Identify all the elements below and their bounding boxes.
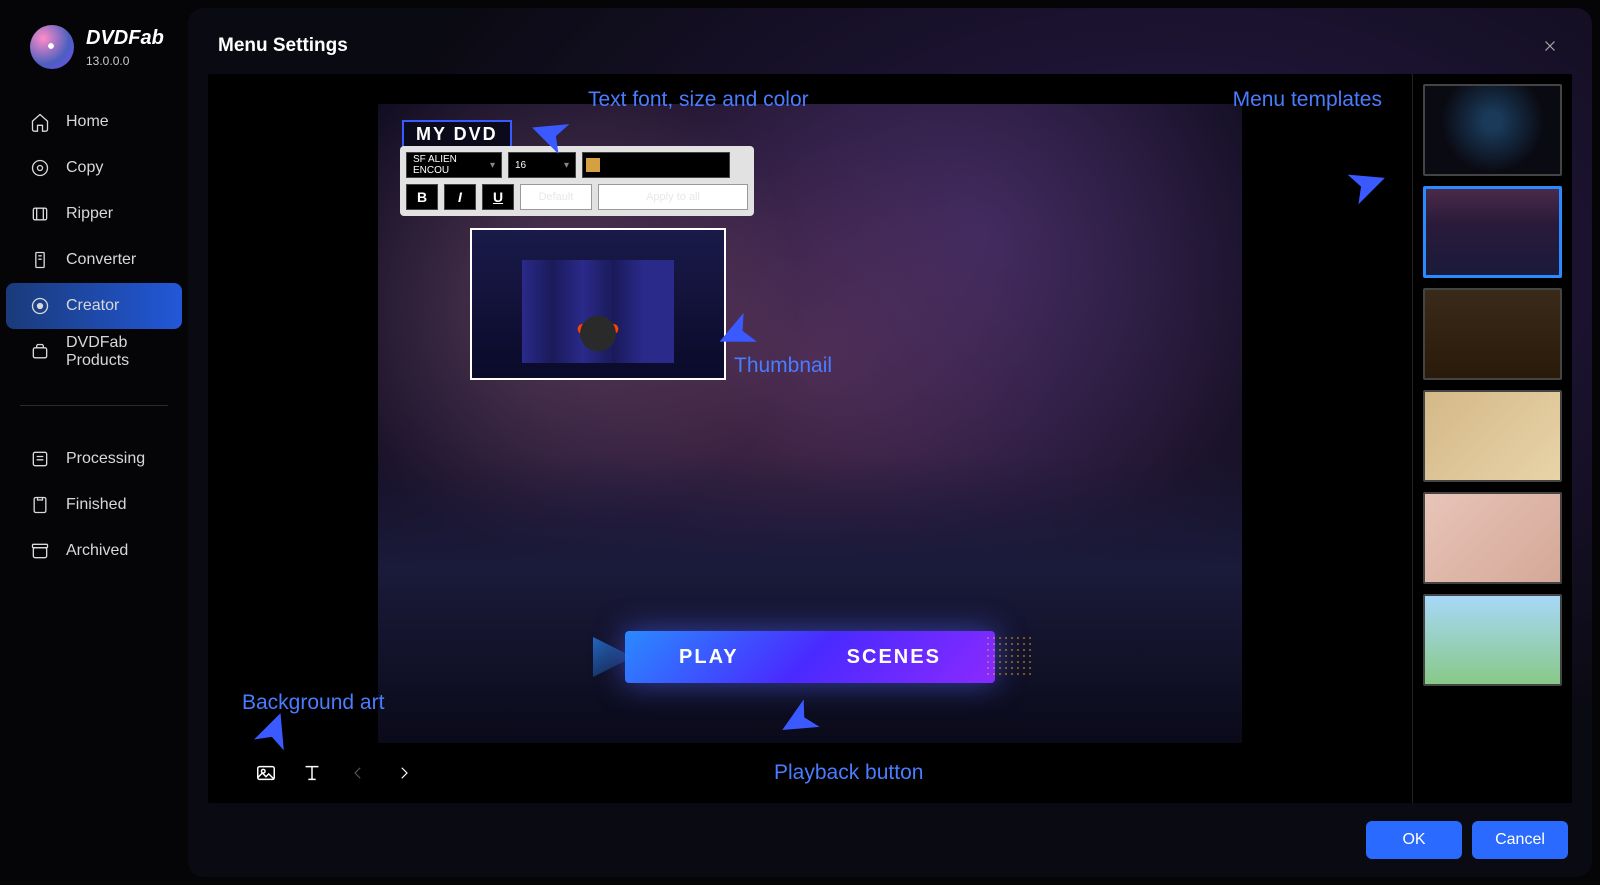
nav-label: Creator [66, 297, 119, 315]
video-thumbnail[interactable] [470, 228, 726, 380]
font-select[interactable]: SF ALIEN ENCOU [406, 152, 502, 178]
color-select[interactable] [582, 152, 730, 178]
nav-item-products[interactable]: DVDFab Products [0, 329, 188, 375]
thumbnail-image [472, 230, 724, 378]
nav-item-converter[interactable]: Converter [0, 237, 188, 283]
dialog-header: Menu Settings [208, 28, 1572, 74]
scenes-label[interactable]: SCENES [847, 646, 941, 669]
nav-item-processing[interactable]: Processing [0, 436, 188, 482]
close-icon [1541, 37, 1559, 55]
image-icon [255, 762, 277, 784]
copy-icon [30, 158, 50, 178]
next-page-button[interactable] [392, 761, 416, 785]
template-list [1412, 74, 1572, 803]
home-icon [30, 112, 50, 132]
italic-button[interactable]: I [444, 184, 476, 210]
nav-label: Ripper [66, 205, 113, 223]
nav-primary: Home Copy Ripper Converter Creator DVDFa… [0, 89, 188, 385]
nav-item-home[interactable]: Home [0, 99, 188, 145]
nav-item-archived[interactable]: Archived [0, 528, 188, 574]
color-swatch [586, 158, 600, 172]
arrow-icon: ➤ [239, 700, 308, 759]
nav-secondary: Processing Finished Archived [0, 426, 188, 584]
cancel-button[interactable]: Cancel [1472, 821, 1568, 859]
dialog-title: Menu Settings [218, 35, 348, 57]
default-button[interactable]: Default [520, 184, 592, 210]
arrow-icon: ➤ [1337, 149, 1396, 218]
nav-label: Copy [66, 159, 103, 177]
dialog-body: Text font, size and color ➤ Menu templat… [208, 74, 1572, 803]
bottom-toolbar [238, 753, 1382, 793]
text-tool-button[interactable] [300, 761, 324, 785]
converter-icon [30, 250, 50, 270]
nav-separator [20, 405, 168, 406]
template-item[interactable] [1423, 390, 1562, 482]
template-item[interactable] [1423, 288, 1562, 380]
finished-icon [30, 495, 50, 515]
chevron-right-icon [395, 764, 413, 782]
play-label[interactable]: PLAY [679, 646, 739, 669]
apply-to-all-button[interactable]: Apply to all [598, 184, 748, 210]
nav-label: Converter [66, 251, 136, 269]
dialog-footer: OK Cancel [208, 803, 1572, 863]
products-icon [30, 342, 50, 362]
annotation-background-art: Background art [242, 691, 384, 715]
nav-item-ripper[interactable]: Ripper [0, 191, 188, 237]
bold-button[interactable]: B [406, 184, 438, 210]
preview-area: Text font, size and color ➤ Menu templat… [208, 74, 1412, 803]
font-size-select[interactable]: 16 [508, 152, 576, 178]
prev-page-button[interactable] [346, 761, 370, 785]
ok-button[interactable]: OK [1366, 821, 1462, 859]
annotation-menu-templates: Menu templates [1233, 88, 1382, 112]
nav-item-finished[interactable]: Finished [0, 482, 188, 528]
nav-label: Archived [66, 542, 128, 560]
archived-icon [30, 541, 50, 561]
template-item[interactable] [1423, 492, 1562, 584]
nav-label: Home [66, 113, 109, 131]
image-tool-button[interactable] [254, 761, 278, 785]
ripper-icon [30, 204, 50, 224]
nav-label: DVDFab Products [66, 334, 158, 370]
text-toolbar: SF ALIEN ENCOU 16 B I U Default Apply to… [400, 146, 754, 216]
nav-item-copy[interactable]: Copy [0, 145, 188, 191]
template-item[interactable] [1423, 186, 1562, 278]
chevron-left-icon [349, 764, 367, 782]
app-version: 13.0.0.0 [86, 54, 164, 68]
nav-label: Finished [66, 496, 126, 514]
nav-item-creator[interactable]: Creator [6, 283, 182, 329]
creator-icon [30, 296, 50, 316]
dvd-title-text[interactable]: MY DVD [402, 120, 512, 149]
text-icon [301, 762, 323, 784]
app-name: DVDFab [86, 27, 164, 50]
brand-block: DVDFab 13.0.0.0 [0, 25, 188, 89]
template-item[interactable] [1423, 84, 1562, 176]
close-button[interactable] [1538, 34, 1562, 58]
app-logo [30, 25, 74, 69]
nav-label: Processing [66, 450, 145, 468]
menu-settings-dialog: Menu Settings Text font, size and color … [188, 8, 1592, 877]
processing-icon [30, 449, 50, 469]
playback-button-bar[interactable]: PLAY SCENES [625, 631, 995, 683]
menu-canvas[interactable]: MY DVD SF ALIEN ENCOU 16 B I U Default A… [378, 104, 1242, 743]
sidebar: DVDFab 13.0.0.0 Home Copy Ripper Convert… [0, 0, 188, 885]
underline-button[interactable]: U [482, 184, 514, 210]
template-item[interactable] [1423, 594, 1562, 686]
